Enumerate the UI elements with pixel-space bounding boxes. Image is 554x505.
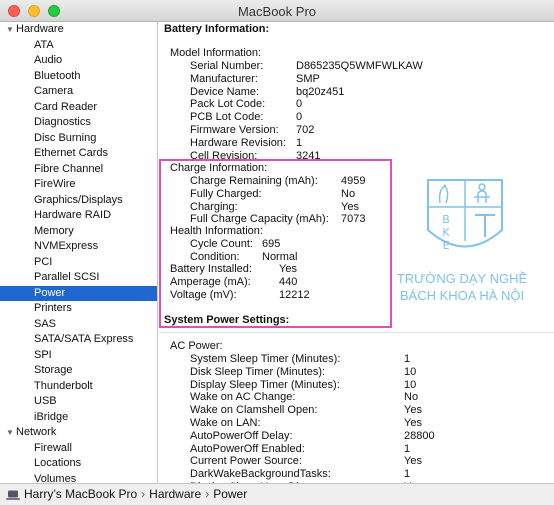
sidebar-item-firewall[interactable]: Firewall	[0, 441, 157, 457]
sidebar-item-card-reader[interactable]: Card Reader	[0, 100, 157, 116]
ac-power-value: No	[404, 391, 419, 404]
model-info-value: D865235Q5WMFWLKAW	[296, 60, 423, 72]
sidebar-item-bluetooth[interactable]: Bluetooth	[0, 69, 157, 85]
sidebar-item-volumes[interactable]: Volumes	[0, 472, 157, 484]
ac-power-value: 28800	[404, 429, 435, 442]
ac-power-label: Wake on LAN:	[190, 417, 261, 429]
sidebar-item-diagnostics[interactable]: Diagnostics	[0, 115, 157, 131]
model-info-label: Device Name:	[190, 85, 260, 98]
logo-letter-k: K	[442, 226, 450, 239]
ac-power-label: Wake on AC Change:	[190, 391, 296, 404]
model-info-label: Hardware Revision:	[190, 136, 286, 149]
ac-power-value: 1	[404, 468, 411, 481]
crumb-computer[interactable]: Harry’s MacBook Pro	[24, 487, 137, 501]
laptop-icon	[6, 490, 20, 500]
ac-power-label: System Sleep Timer (Minutes):	[190, 353, 341, 365]
crumb-separator: ›	[205, 487, 210, 501]
path-bar: Harry’s MacBook Pro › Hardware › Power	[0, 483, 554, 505]
title-bar: MacBook Pro	[0, 0, 554, 22]
sidebar-item-graphics-displays[interactable]: Graphics/Displays	[0, 193, 157, 209]
model-info-value: SMP	[296, 72, 320, 85]
sidebar-item-sata-sata-express[interactable]: SATA/SATA Express	[0, 332, 157, 348]
model-info-label: Manufacturer:	[190, 72, 258, 85]
ac-power-label: Wake on Clamshell Open:	[190, 404, 318, 417]
ac-power-label: Disk Sleep Timer (Minutes):	[190, 365, 326, 378]
ac-power-value: Yes	[404, 417, 422, 429]
ac-power-value: Yes	[404, 455, 422, 468]
model-info-value: 1	[296, 136, 303, 149]
disclosure-triangle-icon[interactable]: ▼	[6, 425, 16, 441]
sidebar-item-thunderbolt[interactable]: Thunderbolt	[0, 379, 157, 395]
bke-shield-logo: B K E	[427, 179, 503, 252]
model-info-heading: Model Information:	[170, 47, 262, 59]
sidebar-item-sas[interactable]: SAS	[0, 317, 157, 333]
ac-power-value: 10	[404, 365, 417, 378]
ac-power-value: 1	[404, 442, 411, 455]
logo-letter-e: E	[443, 239, 450, 252]
sidebar-item-audio[interactable]: Audio	[0, 53, 157, 69]
charge-highlight-box	[159, 159, 392, 328]
model-info-label: PCB Lot Code:	[190, 111, 264, 124]
window-title: MacBook Pro	[237, 4, 317, 19]
crumb-power[interactable]: Power	[213, 487, 247, 501]
crumb-hardware[interactable]: Hardware	[149, 487, 201, 501]
sidebar-item-ata[interactable]: ATA	[0, 38, 157, 54]
sidebar-item-power[interactable]: Power	[0, 285, 157, 301]
sidebar-group-label: Hardware	[16, 23, 64, 35]
ac-power-heading: AC Power:	[170, 340, 223, 352]
sidebar-item-spi[interactable]: SPI	[0, 348, 157, 364]
battery-info-heading: Battery Information:	[164, 23, 270, 35]
ac-power-value: 10	[404, 378, 417, 391]
sidebar-item-ethernet-cards[interactable]: Ethernet Cards	[0, 146, 157, 162]
watermark: B K E TRƯỜNG DẠY NGHỀ BÁCH KHOA HÀ NỘI	[390, 175, 540, 305]
sidebar-item-storage[interactable]: Storage	[0, 363, 157, 379]
logo-letter-b: B	[442, 213, 450, 226]
sidebar-group-hardware[interactable]: ▼ Hardware	[0, 22, 157, 38]
sidebar-item-fibre-channel[interactable]: Fibre Channel	[0, 162, 157, 178]
sidebar-item-firewire[interactable]: FireWire	[0, 177, 157, 193]
model-info-value: 0	[296, 111, 303, 124]
section-divider	[159, 332, 554, 333]
ac-power-label: AutoPowerOff Enabled:	[190, 442, 305, 455]
sidebar-item-locations[interactable]: Locations	[0, 456, 157, 472]
sidebar-item-camera[interactable]: Camera	[0, 84, 157, 100]
model-info-label: Firmware Version:	[190, 124, 279, 136]
sidebar-group-label: Network	[16, 426, 57, 438]
watermark-line-2: BÁCH KHOA HÀ NỘI	[399, 288, 525, 303]
sidebar-item-parallel-scsi[interactable]: Parallel SCSI	[0, 270, 157, 286]
ac-power-value: 1	[404, 353, 411, 365]
crumb-separator: ›	[141, 487, 146, 501]
sidebar-item-ibridge[interactable]: iBridge	[0, 410, 157, 426]
model-info-value: bq20z451	[296, 85, 345, 98]
sidebar-item-memory[interactable]: Memory	[0, 224, 157, 240]
ac-power-label: Current Power Source:	[190, 455, 302, 468]
sidebar-item-printers[interactable]: Printers	[0, 301, 157, 317]
watermark-line-1: TRƯỜNG DẠY NGHỀ	[396, 271, 528, 286]
disclosure-triangle-icon[interactable]: ▼	[6, 22, 16, 38]
sidebar: ▼ Hardware ATA Audio Bluetooth Camera Card Rea…	[0, 22, 158, 483]
sidebar-item-pci[interactable]: PCI	[0, 255, 157, 271]
sidebar-item-usb[interactable]: USB	[0, 394, 157, 410]
ac-power-label: Display Sleep Timer (Minutes):	[190, 378, 340, 391]
sidebar-item-disc-burning[interactable]: Disc Burning	[0, 131, 157, 147]
model-info-label: Pack Lot Code:	[190, 98, 266, 111]
model-info-value: 0	[296, 98, 303, 111]
sidebar-item-hardware-raid[interactable]: Hardware RAID	[0, 208, 157, 224]
ac-power-label: DarkWakeBackgroundTasks:	[190, 468, 331, 481]
sidebar-item-nvmexpress[interactable]: NVMExpress	[0, 239, 157, 255]
ac-power-value: Yes	[404, 404, 422, 417]
sidebar-group-network[interactable]: ▼ Network	[0, 425, 157, 441]
ac-power-label: AutoPowerOff Delay:	[190, 429, 293, 442]
model-info-label: Serial Number:	[190, 60, 264, 72]
model-info-value: 702	[296, 124, 315, 136]
